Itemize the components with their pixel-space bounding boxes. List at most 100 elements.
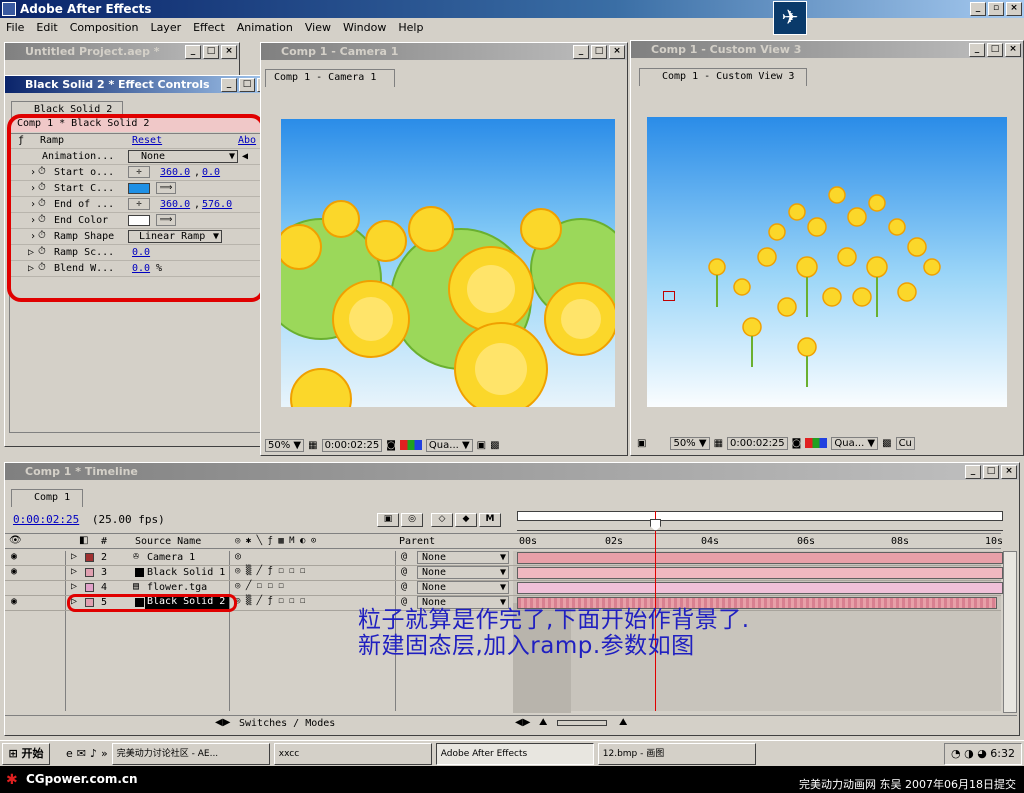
nav-arrows-icon[interactable]: ◀▶ xyxy=(515,717,530,728)
shy-icon[interactable]: ◎ xyxy=(235,551,241,562)
tl-max[interactable]: □ xyxy=(983,465,999,479)
label-swatch[interactable] xyxy=(85,553,94,562)
pickwhip-icon[interactable]: @ xyxy=(401,566,407,577)
layer-name[interactable]: flower.tga xyxy=(147,582,207,593)
label-swatch[interactable] xyxy=(85,568,94,577)
layer-duration-bar[interactable] xyxy=(517,552,1003,564)
cc-min[interactable]: _ xyxy=(573,45,589,59)
expand-triangle-icon[interactable]: ▷ xyxy=(71,581,77,592)
parent-dropdown[interactable]: None ▼ xyxy=(417,566,509,579)
table-row[interactable]: ◉ ▷ 3 Black Solid 1 ◎ ▒ ╱ ƒ ☐ ☐ ☐ @ None… xyxy=(5,566,1003,581)
eye-icon[interactable]: ◉ xyxy=(11,566,17,577)
camera-gizmo-icon[interactable] xyxy=(663,291,675,301)
minimize-button[interactable]: _ xyxy=(970,2,986,16)
layer-duration-bar[interactable] xyxy=(517,567,1003,579)
timecode[interactable]: 0:00:02:25 xyxy=(321,438,383,452)
flowers-closeup-viewport[interactable] xyxy=(281,119,615,407)
view-dropdown[interactable]: Cu xyxy=(895,436,915,450)
taskbar-item-active[interactable]: Adobe After Effects xyxy=(435,742,594,765)
channels-icon[interactable] xyxy=(805,438,828,448)
switch-icons[interactable]: ◎ ▒ ╱ ƒ ☐ ☐ ☐ xyxy=(235,566,305,576)
comp-button[interactable]: ▣ xyxy=(377,513,399,527)
pickwhip-icon[interactable]: @ xyxy=(401,551,407,562)
cc-max[interactable]: □ xyxy=(591,45,607,59)
switch-icons[interactable]: ◎ ▒ ╱ ƒ ☐ ☐ ☐ xyxy=(235,596,305,606)
source-name-header[interactable]: Source Name xyxy=(135,536,201,547)
menu-window[interactable]: Window xyxy=(343,21,386,35)
transparency-grid-icon[interactable]: ▩ xyxy=(882,438,891,449)
project-close[interactable]: × xyxy=(221,45,237,59)
grid-icon[interactable]: ▦ xyxy=(308,440,317,451)
eye-icon[interactable]: ◉ xyxy=(11,551,17,562)
quality-dropdown[interactable]: Qua... ▼ xyxy=(831,436,879,450)
menu-file[interactable]: File xyxy=(6,21,24,35)
shy-button[interactable]: ◎ xyxy=(401,513,423,527)
start-button[interactable]: ⊞ 开始 xyxy=(2,742,50,765)
zoom-slider[interactable] xyxy=(557,720,607,726)
taskbar-item[interactable]: 12.bmp - 画图 xyxy=(597,742,756,765)
taskbar-item[interactable]: xxcc xyxy=(273,742,432,765)
table-row[interactable]: ◉ ▷ 2 ✇ Camera 1 ◎ @ None ▼ xyxy=(5,551,1003,566)
current-time[interactable]: 0:00:02:25 xyxy=(13,513,79,526)
parent-dropdown[interactable]: None ▼ xyxy=(417,551,509,564)
menu-composition[interactable]: Composition xyxy=(70,21,139,35)
expand-triangle-icon[interactable]: ▷ xyxy=(71,551,77,562)
outlook-icon[interactable]: ✉ xyxy=(77,747,86,760)
motion-blur-button[interactable]: ◆ xyxy=(455,513,477,527)
camera-icon[interactable]: ◙ xyxy=(792,438,802,449)
comp-camera-tab[interactable]: Comp 1 - Camera 1 xyxy=(265,69,395,87)
camera-icon[interactable]: ◙ xyxy=(386,440,396,451)
zoom-dropdown[interactable]: 50% ▼ xyxy=(265,438,305,452)
layer-name[interactable]: Black Solid 1 xyxy=(147,567,225,578)
pickwhip-icon[interactable]: @ xyxy=(401,581,407,592)
project-min[interactable]: _ xyxy=(185,45,201,59)
switches-modes-toggle[interactable]: Switches / Modes xyxy=(239,718,335,729)
graph-button[interactable]: M xyxy=(479,513,501,527)
grid-icon[interactable]: ▦ xyxy=(714,438,723,449)
comp-custom-tab[interactable]: Comp 1 - Custom View 3 xyxy=(639,68,807,86)
menu-animation[interactable]: Animation xyxy=(237,21,293,35)
menu-layer[interactable]: Layer xyxy=(150,21,181,35)
ie-icon[interactable]: e xyxy=(66,747,73,760)
label-swatch[interactable] xyxy=(85,583,94,592)
timecode[interactable]: 0:00:02:25 xyxy=(727,436,788,450)
transparency-grid-icon[interactable]: ▩ xyxy=(490,440,499,451)
expand-triangle-icon[interactable]: ▷ xyxy=(71,566,77,577)
more-icon[interactable]: » xyxy=(101,747,108,760)
ec-min[interactable]: _ xyxy=(221,78,237,92)
timeline-tab[interactable]: Comp 1 xyxy=(11,489,83,507)
zoom-slider[interactable] xyxy=(517,523,1003,531)
restore-button[interactable]: ▫ xyxy=(988,2,1004,16)
zoom-out-icon[interactable]: ⛰ xyxy=(539,717,547,728)
menu-help[interactable]: Help xyxy=(398,21,423,35)
cv-close[interactable]: × xyxy=(1005,43,1021,57)
project-max[interactable]: □ xyxy=(203,45,219,59)
timeline-vscrollbar[interactable] xyxy=(1003,551,1017,713)
work-area-bar[interactable] xyxy=(517,511,1003,521)
parent-dropdown[interactable]: None ▼ xyxy=(417,581,509,594)
zoom-in-icon[interactable]: ⛰ xyxy=(619,717,627,728)
cv-max[interactable]: □ xyxy=(987,43,1003,57)
ec-max[interactable]: □ xyxy=(239,78,255,92)
tl-close[interactable]: × xyxy=(1001,465,1017,479)
layer-duration-bar[interactable] xyxy=(517,582,1003,594)
eye-icon[interactable]: ◉ xyxy=(11,596,17,607)
channels-icon[interactable] xyxy=(399,440,422,450)
frame-blend-button[interactable]: ◇ xyxy=(431,513,453,527)
switch-icons[interactable]: ◎ ╱ ☐ ☐ ☐ xyxy=(235,581,284,591)
pickwhip-icon[interactable]: @ xyxy=(401,596,407,607)
media-icon[interactable]: ♪ xyxy=(90,747,97,760)
tl-min[interactable]: _ xyxy=(965,465,981,479)
menu-view[interactable]: View xyxy=(305,21,331,35)
menu-edit[interactable]: Edit xyxy=(36,21,57,35)
layer-name[interactable]: Camera 1 xyxy=(147,552,195,563)
cv-min[interactable]: _ xyxy=(969,43,985,57)
cc-close[interactable]: × xyxy=(609,45,625,59)
zoom-dropdown[interactable]: 50% ▼ xyxy=(670,436,710,450)
toggle-switches-icon[interactable]: ◀▶ xyxy=(215,717,230,728)
menu-effect[interactable]: Effect xyxy=(193,21,225,35)
region-icon[interactable]: ▣ xyxy=(637,438,646,449)
time-ruler[interactable]: 00s 02s 04s 06s 08s 10s xyxy=(513,533,1003,549)
taskbar-item[interactable]: 完美动力讨论社区 - AE... xyxy=(111,742,270,765)
custom-view-viewport[interactable] xyxy=(647,117,1007,407)
